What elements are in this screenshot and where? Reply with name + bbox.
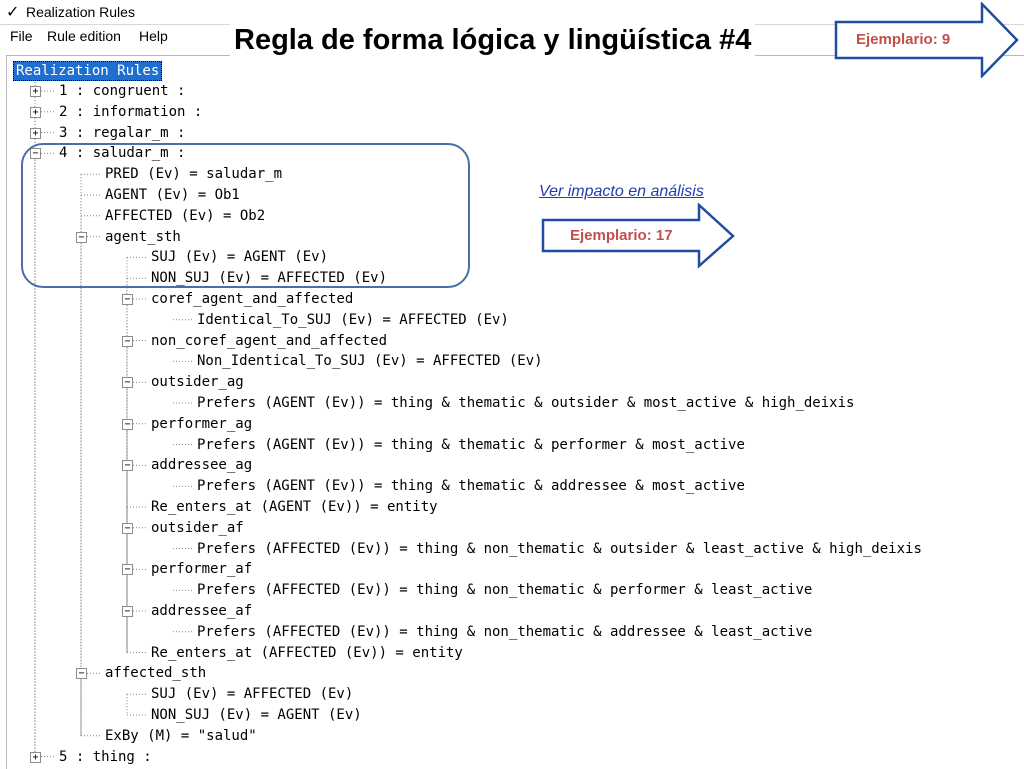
tree-branch-node[interactable]: outsider_ag [151, 373, 244, 391]
tree-branch-node[interactable]: non_coref_agent_and_affected [151, 332, 387, 350]
tree-leaf-node[interactable]: Non_Identical_To_SUJ (Ev) = AFFECTED (Ev… [197, 352, 543, 370]
expand-icon[interactable]: + [30, 751, 41, 763]
tree-branch-node[interactable]: addressee_ag [151, 456, 252, 474]
collapse-icon[interactable]: − [122, 335, 133, 347]
tree-leaf-node[interactable]: SUJ (Ev) = AFFECTED (Ev) [151, 685, 353, 703]
highlight-frame [21, 143, 470, 288]
slide-title: Regla de forma lógica y lingüística #4 [230, 20, 756, 60]
tree-leaf-node[interactable]: Prefers (AFFECTED (Ev)) = thing & non_th… [197, 540, 922, 558]
tree-branch-node[interactable]: 1 : congruent : [59, 82, 185, 100]
tree-branch-node[interactable]: affected_sth [105, 664, 206, 682]
collapse-icon[interactable]: − [122, 377, 133, 389]
tree-leaf-node[interactable]: NON_SUJ (Ev) = AGENT (Ev) [151, 706, 362, 724]
collapse-icon[interactable]: − [122, 564, 133, 576]
tree-branch-node[interactable]: performer_af [151, 560, 252, 578]
collapse-icon[interactable]: − [122, 606, 133, 617]
window-title: Realization Rules [26, 4, 135, 20]
menu-help[interactable]: Help [139, 25, 168, 47]
tree-leaf-node[interactable]: Prefers (AFFECTED (Ev)) = thing & non_th… [197, 581, 812, 599]
tree-leaf-node[interactable]: Prefers (AFFECTED (Ev)) = thing & non_th… [197, 623, 812, 641]
tree-branch-node[interactable]: outsider_af [151, 519, 244, 537]
tree-branch-node[interactable]: 3 : regalar_m : [59, 124, 185, 142]
tree-leaf-node[interactable]: Re_enters_at (AFFECTED (Ev)) = entity [151, 644, 463, 662]
tree-leaf-node[interactable]: Prefers (AGENT (Ev)) = thing & thematic … [197, 394, 854, 412]
tree-leaf-node[interactable]: ExBy (M) = "salud" [105, 727, 257, 745]
tree-branch-node[interactable]: addressee_af [151, 602, 252, 620]
collapse-icon[interactable]: − [122, 418, 133, 430]
expand-icon[interactable]: + [30, 106, 41, 118]
menu-file[interactable]: File [10, 25, 33, 47]
tree-leaf-node[interactable]: Re_enters_at (AGENT (Ev)) = entity [151, 498, 438, 516]
ejemplario-9-label: Ejemplario: 9 [856, 31, 951, 48]
tree-leaf-node[interactable]: Prefers (AGENT (Ev)) = thing & thematic … [197, 477, 745, 495]
tree-leaf-node[interactable]: Identical_To_SUJ (Ev) = AFFECTED (Ev) [197, 311, 509, 329]
app-check-icon: ✓ [6, 2, 20, 21]
ver-impacto-link[interactable]: Ver impacto en análisis [539, 183, 704, 201]
collapse-icon[interactable]: − [122, 294, 133, 305]
tree-root-realization-rules[interactable]: Realization Rules [13, 61, 163, 81]
collapse-icon[interactable]: − [76, 668, 87, 680]
tree-branch-node[interactable]: coref_agent_and_affected [151, 290, 353, 308]
tree-branch-node[interactable]: 2 : information : [59, 103, 202, 121]
tree-branch-node[interactable]: 5 : thing : [59, 748, 152, 766]
tree-leaf-node[interactable]: Prefers (AGENT (Ev)) = thing & thematic … [197, 436, 745, 454]
tree-branch-node[interactable]: performer_ag [151, 415, 252, 433]
expand-icon[interactable]: + [30, 127, 41, 139]
collapse-icon[interactable]: − [122, 522, 133, 534]
menu-rule-edition[interactable]: Rule edition [47, 25, 121, 47]
expand-icon[interactable]: + [30, 86, 41, 97]
collapse-icon[interactable]: − [122, 460, 133, 472]
ejemplario-17-label: Ejemplario: 17 [570, 227, 673, 244]
